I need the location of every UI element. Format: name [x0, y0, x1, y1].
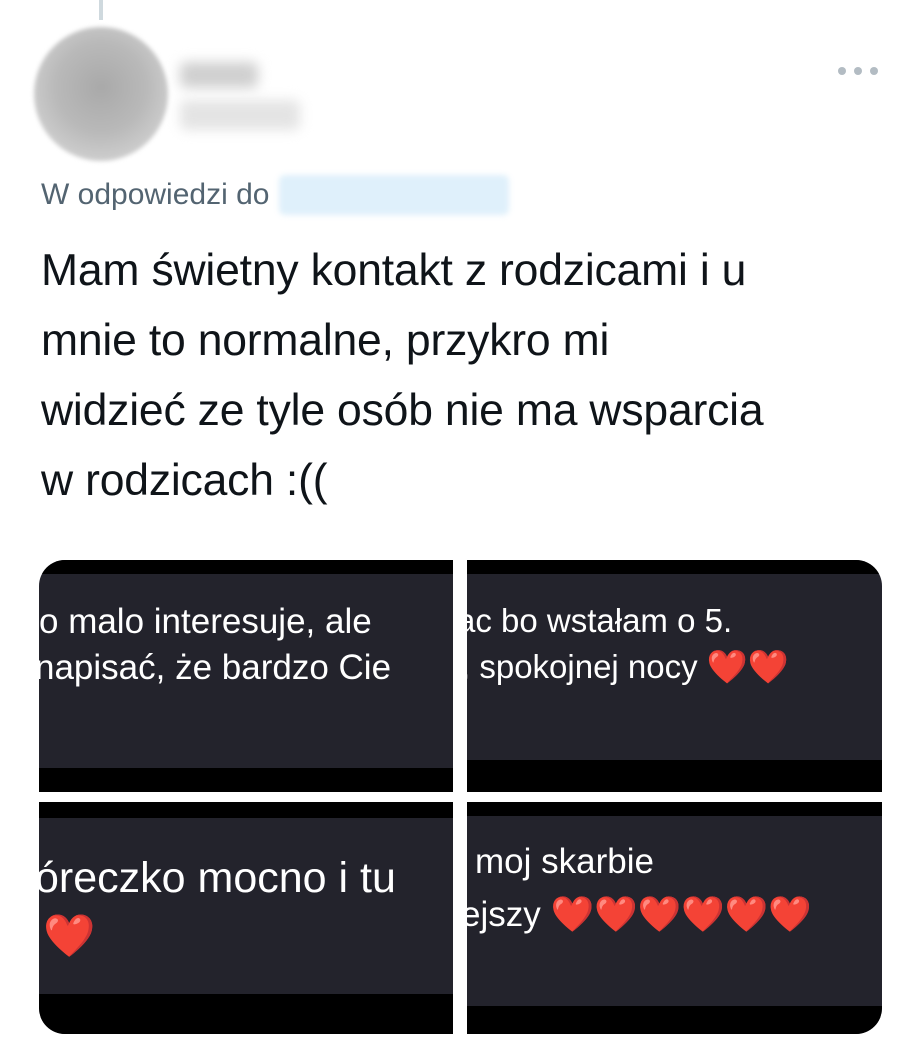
media-tile-1[interactable]: o malo interesuje, ale napisać, że bardz…	[39, 560, 453, 792]
username-redacted[interactable]	[180, 100, 300, 130]
reply-context: W odpowiedzi do	[41, 172, 510, 218]
chat-message-line: , spokojnej nocy ❤️❤️	[467, 648, 789, 685]
avatar[interactable]	[34, 27, 168, 161]
heart-emoji: ❤️	[43, 912, 96, 959]
thread-connector-line	[99, 0, 103, 20]
reply-prefix-label: W odpowiedzi do	[41, 178, 270, 211]
reply-mention-redacted[interactable]	[279, 175, 510, 215]
media-grid[interactable]: o malo interesuje, ale napisać, że bardz…	[39, 560, 882, 1034]
dot	[838, 67, 846, 75]
media-tile-3[interactable]: óreczko mocno i tu ❤️	[39, 802, 453, 1034]
chat-message-line: ac bo wstałam o 5.	[467, 602, 733, 639]
chat-message-line: o malo interesuje, ale	[39, 602, 372, 641]
chat-message-line: napisać, że bardzo Cie	[39, 648, 392, 687]
dot	[854, 67, 862, 75]
media-tile-2[interactable]: ac bo wstałam o 5. , spokojnej nocy ❤️❤️	[467, 560, 882, 792]
chat-message-line: moj skarbie	[475, 842, 654, 881]
chat-message-line: ejszy ❤️❤️❤️❤️❤️❤️	[467, 895, 812, 934]
tweet-text: Mam świetny kontakt z rodzicami i u mnie…	[41, 246, 764, 505]
media-tile-4[interactable]: moj skarbie ejszy ❤️❤️❤️❤️❤️❤️	[467, 802, 882, 1034]
more-options-icon[interactable]	[838, 62, 878, 80]
dot	[870, 67, 878, 75]
chat-message-line: óreczko mocno i tu	[39, 854, 396, 902]
display-name-redacted[interactable]	[180, 62, 258, 88]
